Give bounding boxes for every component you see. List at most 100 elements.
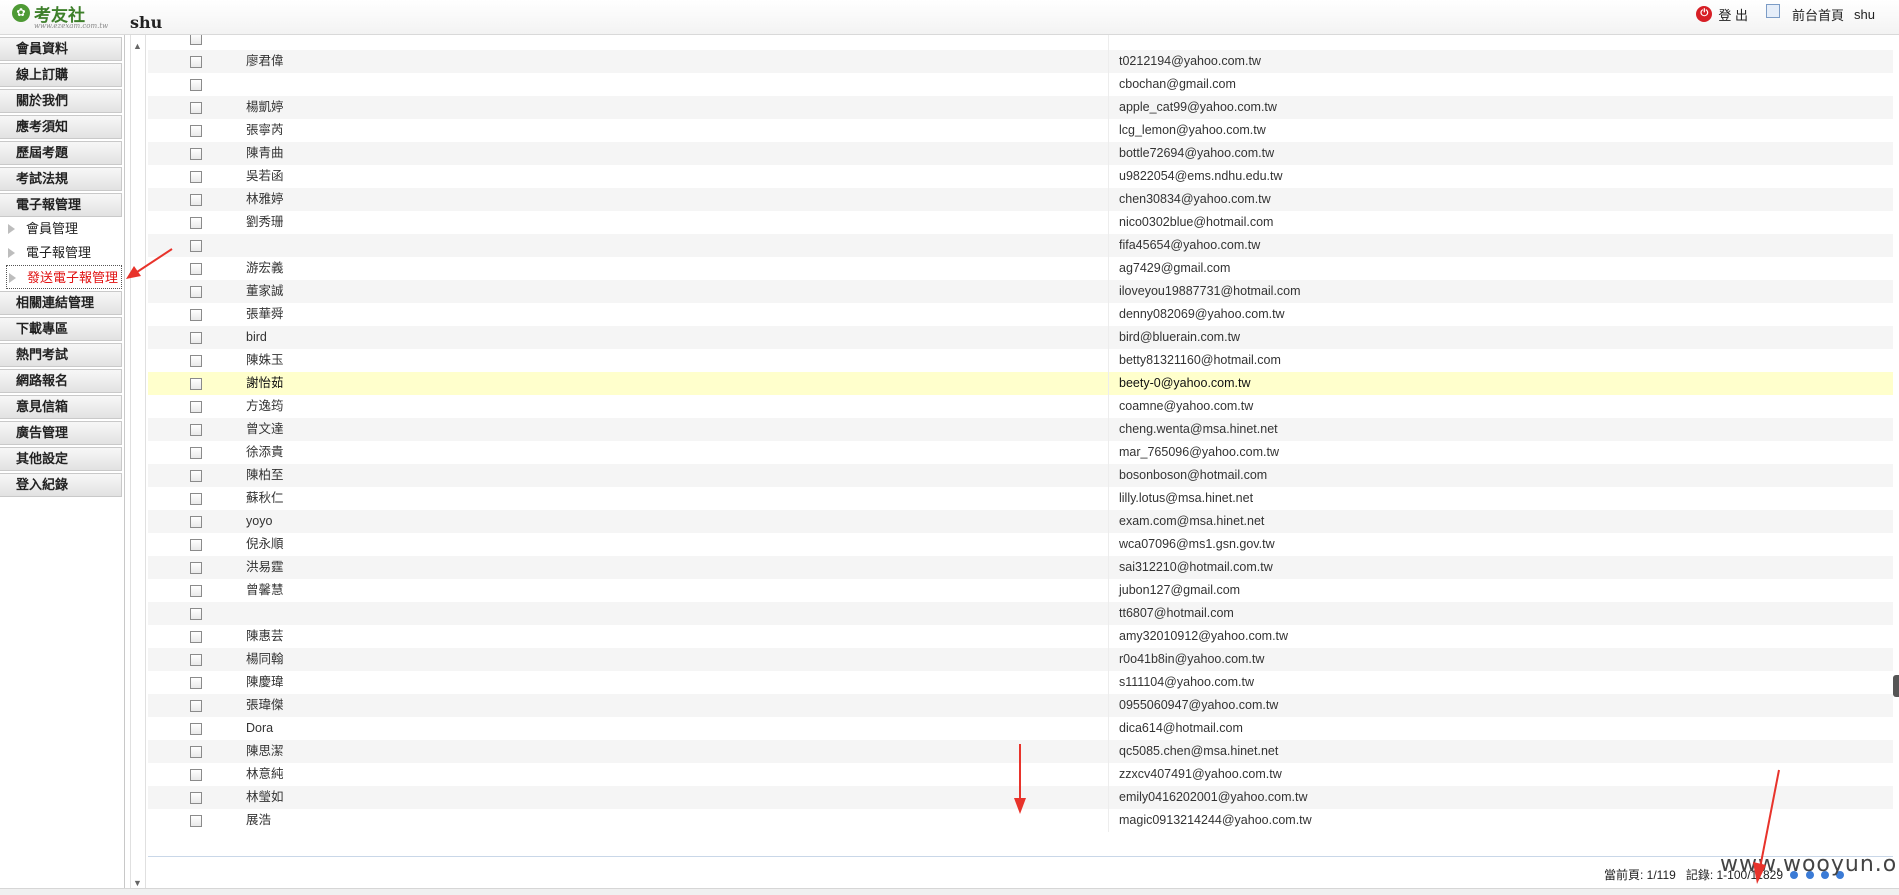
column-divider — [1108, 280, 1109, 303]
row-checkbox[interactable] — [190, 470, 202, 482]
row-checkbox[interactable] — [190, 746, 202, 758]
row-name: 展浩 — [246, 813, 272, 827]
logout-icon[interactable]: ⏻ — [1696, 6, 1713, 22]
row-email: emily0416202001@yahoo.com.tw — [1119, 790, 1308, 804]
sidebar-item-links-admin[interactable]: 相關連結管理 — [0, 291, 122, 315]
row-checkbox[interactable] — [190, 378, 202, 390]
row-checkbox[interactable] — [190, 539, 202, 551]
column-divider — [1108, 211, 1109, 234]
row-name: 曾文達 — [246, 422, 284, 436]
row-email: apple_cat99@yahoo.com.tw — [1119, 100, 1277, 114]
sidebar-item-exam-notice[interactable]: 應考須知 — [0, 115, 122, 139]
row-checkbox[interactable] — [190, 815, 202, 827]
sidebar-item-member-data[interactable]: 會員資料 — [0, 37, 122, 61]
row-name: 張華舜 — [246, 307, 284, 321]
row-checkbox[interactable] — [190, 171, 202, 183]
column-divider — [1108, 418, 1109, 441]
column-divider — [1108, 119, 1109, 142]
column-divider — [1108, 763, 1109, 786]
sidebar-item-other-settings[interactable]: 其他設定 — [0, 447, 122, 471]
row-checkbox[interactable] — [190, 585, 202, 597]
row-checkbox[interactable] — [190, 56, 202, 68]
column-divider — [1108, 35, 1109, 50]
row-name: 陳慶瑋 — [246, 675, 284, 689]
sidebar-item-popular-exams[interactable]: 熱門考試 — [0, 343, 122, 367]
row-checkbox[interactable] — [190, 424, 202, 436]
sidebar-item-online-order[interactable]: 線上訂購 — [0, 63, 122, 87]
row-checkbox[interactable] — [190, 332, 202, 344]
sidebar-item-downloads[interactable]: 下載專區 — [0, 317, 122, 341]
row-checkbox[interactable] — [190, 309, 202, 321]
side-tab-handle[interactable] — [1893, 675, 1899, 697]
row-checkbox[interactable] — [190, 102, 202, 114]
row-checkbox[interactable] — [190, 240, 202, 252]
column-divider — [1108, 625, 1109, 648]
row-email: cbochan@gmail.com — [1119, 77, 1236, 91]
row-checkbox[interactable] — [190, 493, 202, 505]
row-email: fifa45654@yahoo.com.tw — [1119, 238, 1261, 252]
sidebar-item-about-us[interactable]: 關於我們 — [0, 89, 122, 113]
row-checkbox[interactable] — [190, 194, 202, 206]
row-checkbox[interactable] — [190, 516, 202, 528]
row-checkbox[interactable] — [190, 654, 202, 666]
row-checkbox[interactable] — [190, 447, 202, 459]
row-checkbox[interactable] — [190, 286, 202, 298]
sidebar-item-login-log[interactable]: 登入紀錄 — [0, 473, 122, 497]
sidebar-item-exam-rules[interactable]: 考試法規 — [0, 167, 122, 191]
sidebar-item-newsletter-admin[interactable]: 電子報管理 — [0, 193, 122, 217]
column-divider — [1108, 464, 1109, 487]
row-checkbox[interactable] — [190, 562, 202, 574]
table-row: 廖君偉 t0212194@yahoo.com.tw — [148, 50, 1893, 73]
scroll-up-icon[interactable]: ▲ — [133, 41, 142, 51]
column-divider — [1108, 786, 1109, 809]
row-email: amy32010912@yahoo.com.tw — [1119, 629, 1289, 643]
table-row: 張華舜 denny082069@yahoo.com.tw — [148, 303, 1893, 326]
row-email: magic0913214244@yahoo.com.tw — [1119, 813, 1312, 827]
table-row: 林雅婷 chen30834@yahoo.com.tw — [148, 188, 1893, 211]
sidebar-subitem-member-admin[interactable]: 會員管理 — [0, 217, 122, 241]
frame-scrollbar[interactable]: ▲ ▼ — [130, 35, 146, 894]
frontpage-link[interactable]: 前台首頁 — [1792, 5, 1844, 24]
row-email: tt6807@hotmail.com — [1119, 606, 1234, 620]
row-checkbox[interactable] — [190, 769, 202, 781]
logout-link[interactable]: 登 出 — [1718, 5, 1748, 24]
row-checkbox[interactable] — [190, 401, 202, 413]
sidebar-item-feedback[interactable]: 意見信箱 — [0, 395, 122, 419]
row-email: jubon127@gmail.com — [1119, 583, 1241, 597]
column-divider — [1108, 234, 1109, 257]
row-name: 陳思潔 — [246, 744, 284, 758]
table-row: tt6807@hotmail.com — [148, 602, 1893, 625]
sidebar-item-online-registration[interactable]: 網路報名 — [0, 369, 122, 393]
column-divider — [1108, 257, 1109, 280]
table-row: 陳惠芸 amy32010912@yahoo.com.tw — [148, 625, 1893, 648]
table-row: 方逸筠 coamne@yahoo.com.tw — [148, 395, 1893, 418]
row-checkbox[interactable] — [190, 608, 202, 620]
row-checkbox[interactable] — [190, 700, 202, 712]
sidebar-item-ads-admin[interactable]: 廣告管理 — [0, 421, 122, 445]
row-name: 洪易霆 — [246, 560, 284, 574]
row-checkbox[interactable] — [190, 355, 202, 367]
row-checkbox[interactable] — [190, 677, 202, 689]
row-name: 楊同翰 — [246, 652, 284, 666]
row-email: coamne@yahoo.com.tw — [1119, 399, 1254, 413]
row-checkbox[interactable] — [190, 263, 202, 275]
row-name: 林意純 — [246, 767, 284, 781]
row-email: zzxcv407491@yahoo.com.tw — [1119, 767, 1282, 781]
row-checkbox[interactable] — [190, 631, 202, 643]
row-checkbox[interactable] — [190, 217, 202, 229]
row-checkbox[interactable] — [190, 792, 202, 804]
row-checkbox[interactable] — [190, 148, 202, 160]
sidebar-item-past-exams[interactable]: 歷屆考題 — [0, 141, 122, 165]
row-name: 陳柏至 — [246, 468, 284, 482]
row-checkbox[interactable] — [190, 79, 202, 91]
row-checkbox[interactable] — [190, 35, 202, 45]
column-divider — [1108, 188, 1109, 211]
sidebar-subitem-label: 電子報管理 — [26, 245, 92, 260]
row-checkbox[interactable] — [190, 723, 202, 735]
sidebar-subitem-newsletter-admin[interactable]: 電子報管理 — [0, 241, 122, 265]
scroll-down-icon[interactable]: ▼ — [133, 878, 142, 888]
row-checkbox[interactable] — [190, 125, 202, 137]
table-row: 董家誠 iloveyou19887731@hotmail.com — [148, 280, 1893, 303]
site-logo[interactable]: ✿ 考友社 www.ezexam.com.tw — [10, 1, 125, 33]
sidebar-subitem-send-newsletter[interactable]: 發送電子報管理 — [6, 265, 122, 289]
